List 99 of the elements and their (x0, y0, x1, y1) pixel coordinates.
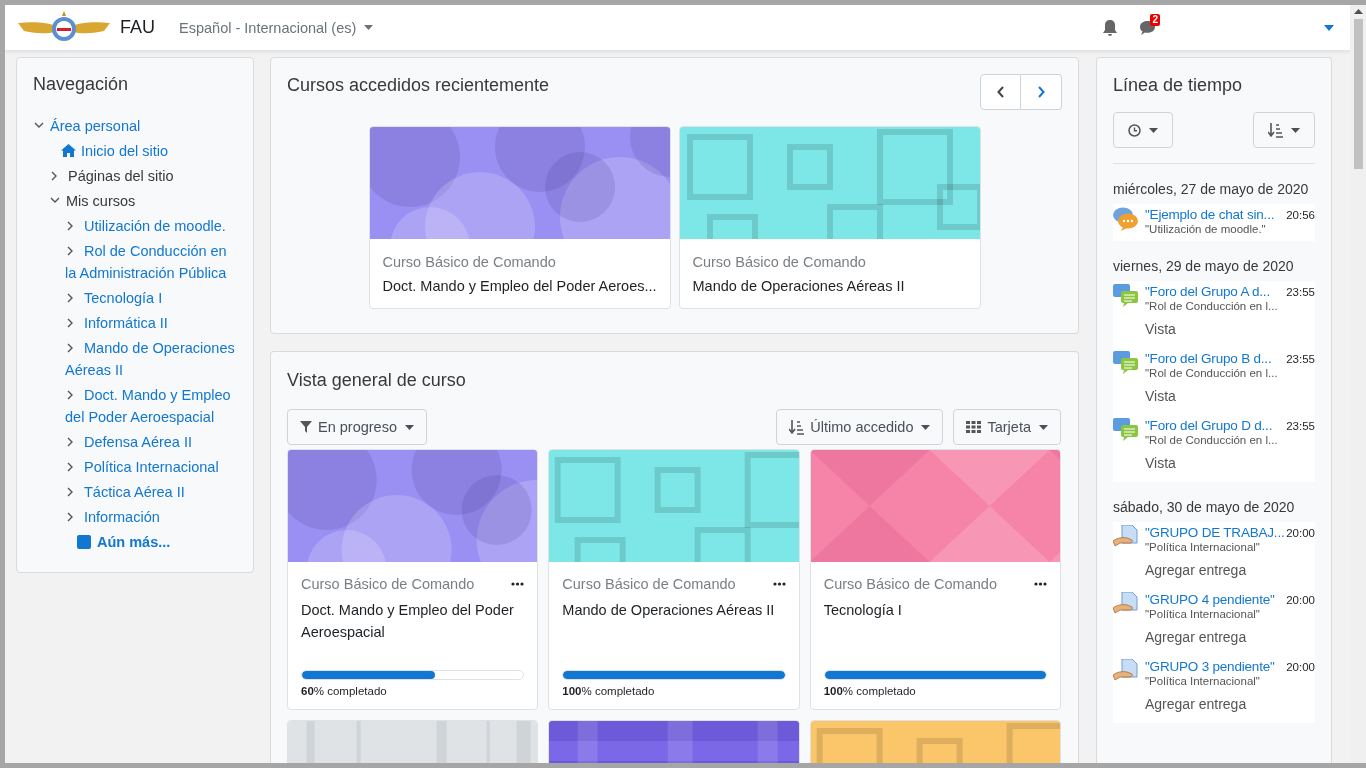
home-icon (61, 144, 76, 157)
caret-icon (1039, 424, 1048, 430)
more-icon[interactable] (772, 582, 786, 586)
event-time: 20:00 (1286, 661, 1315, 673)
event-course: "Rol de Conducción en l... (1145, 300, 1279, 312)
course-category: Curso Básico de Comando (823, 576, 997, 592)
event-link[interactable]: "GRUPO DE TRABAJ... (1145, 525, 1285, 540)
event-time: 20:00 (1286, 527, 1315, 539)
course-name[interactable]: Mando de Operaciones Aéreas II (692, 278, 967, 294)
caret-icon (364, 25, 374, 30)
sort-icon (789, 419, 805, 435)
event-link[interactable]: "Foro del Grupo A d... (1145, 284, 1270, 299)
course-category: Curso Básico de Comando (301, 576, 475, 592)
event-time: 20:56 (1286, 209, 1315, 221)
grid-icon (966, 421, 982, 433)
course-category: Curso Básico de Comando (382, 254, 557, 270)
timeline-date: sábado, 30 de mayo de 2020 (1113, 499, 1296, 515)
event-course: "Política Internacional" (1145, 675, 1261, 687)
nav-link[interactable]: Aún más... (77, 531, 237, 553)
progress-label: 100% completado (562, 685, 656, 697)
day-filter-dropdown[interactable] (1113, 112, 1173, 148)
progress-label: 60% completado (301, 685, 388, 697)
event-course: "Rol de Conducción en l... (1145, 434, 1279, 446)
event-time: 20:00 (1286, 594, 1315, 606)
nav-link[interactable]: Informática II (65, 312, 237, 334)
nav-link[interactable]: Doct. Mando y Empleo del Poder Aeroespacial (65, 384, 237, 428)
event-time: 23:55 (1286, 420, 1315, 432)
nav-link[interactable]: Política Internacional (65, 456, 237, 478)
sort-icon (1268, 122, 1283, 138)
nav-link[interactable]: Páginas del sitio (49, 165, 237, 187)
bell-icon[interactable] (1103, 19, 1117, 36)
language-menu[interactable]: Español - Internacional (es) (179, 19, 374, 36)
block-title: Navegación (33, 74, 130, 95)
timeline-date: viernes, 29 de mayo de 2020 (1113, 258, 1295, 274)
caret-icon (921, 424, 931, 430)
event-course: "Utilización de moodle." (1145, 223, 1267, 235)
assignment-icon (1113, 592, 1139, 616)
message-count-badge: 2 (1150, 13, 1160, 26)
user-menu-caret-icon[interactable] (1324, 24, 1334, 31)
caret-icon (405, 424, 414, 430)
nav-link[interactable]: Defensa Aérea II (65, 431, 237, 453)
filter-icon (300, 421, 312, 433)
nav-link[interactable]: Mis cursos (49, 190, 237, 212)
event-time: 23:55 (1286, 286, 1315, 298)
course-card[interactable]: Curso Básico de Comando Mando de Operaciones Aéreas II 100% completado (548, 449, 800, 710)
event-action-link[interactable]: Agregar entrega (1145, 696, 1247, 712)
nav-link[interactable]: Rol de Conducción en la Administración Pública (65, 240, 237, 284)
section-title: Vista general de curso (287, 370, 467, 391)
course-name[interactable]: Mando de Operaciones Aéreas II (562, 599, 786, 670)
course-card[interactable]: Curso Básico de Comando Tecnología I 100% completado (809, 449, 1061, 710)
nav-link[interactable]: Información (65, 506, 237, 528)
nav-link[interactable]: Inicio del sitio (61, 140, 237, 162)
event-course: "Política Internacional" (1145, 608, 1261, 620)
view-dropdown[interactable]: Tarjeta (953, 409, 1061, 445)
event-action-link[interactable]: Vista (1145, 321, 1176, 337)
more-icon[interactable] (1034, 582, 1047, 586)
event-course: "Política Internacional" (1145, 541, 1261, 553)
course-name[interactable]: Doct. Mando y Empleo del Poder Aeroes... (382, 278, 657, 294)
event-action-link[interactable]: Agregar entrega (1145, 629, 1247, 645)
event-link[interactable]: "Ejemplo de chat sin... (1145, 207, 1275, 222)
course-card[interactable]: Curso Básico de Comando Doct. Mando y Empleo del Poder Aeroes... (368, 126, 671, 309)
course-category: Curso Básico de Comando (562, 576, 736, 592)
assignment-icon (1113, 525, 1139, 549)
caret-icon (1149, 127, 1158, 133)
nav-link[interactable]: Tecnología I (65, 287, 237, 309)
event-link[interactable]: "Foro del Grupo B d... (1145, 351, 1272, 366)
course-name[interactable]: Tecnología I (823, 599, 1047, 670)
chevron-left-icon (996, 86, 1005, 98)
scrollbar-thumb[interactable] (1353, 19, 1363, 169)
square-icon (77, 535, 91, 549)
nav-link[interactable]: Táctica Aérea II (65, 481, 237, 503)
block-title: Línea de tiempo (1113, 75, 1244, 96)
event-link[interactable]: "Foro del Grupo D d... (1145, 418, 1273, 433)
caret-icon (1291, 127, 1300, 133)
course-name[interactable]: Doct. Mando y Empleo del Poder Aeroespacial (301, 599, 525, 670)
nav-link[interactable]: Área personal (33, 115, 237, 137)
sort-dropdown[interactable]: Último accedido (776, 409, 944, 445)
progress-label: 100% completado (823, 685, 917, 697)
clock-icon (1128, 123, 1141, 137)
course-card[interactable]: Curso Básico de Comando Doct. Mando y Empleo del Poder Aeroespacial 60% completado (287, 449, 539, 710)
sort-dropdown[interactable] (1253, 112, 1315, 148)
event-action-link[interactable]: Agregar entrega (1145, 562, 1247, 578)
nav-link[interactable]: Utilización de moodle. (65, 215, 237, 237)
course-category: Curso Básico de Comando (692, 254, 867, 270)
event-link[interactable]: "GRUPO 4 pendiente" (1145, 592, 1275, 607)
timeline-date: miércoles, 27 de mayo de 2020 (1113, 181, 1310, 197)
nav-link[interactable]: Mando de Operaciones Aéreas II (65, 337, 237, 381)
event-action-link[interactable]: Vista (1145, 388, 1176, 404)
event-link[interactable]: "GRUPO 3 pendiente" (1145, 659, 1275, 674)
event-time: 23:55 (1286, 353, 1315, 365)
more-icon[interactable] (511, 582, 525, 586)
site-name[interactable]: FAU (120, 17, 155, 38)
assignment-icon (1113, 659, 1139, 683)
course-card[interactable]: Curso Básico de Comando Mando de Operaciones Aéreas II (678, 126, 981, 309)
event-course: "Rol de Conducción en l... (1145, 367, 1279, 379)
event-action-link[interactable]: Vista (1145, 455, 1176, 471)
section-title: Cursos accedidos recientemente (287, 75, 550, 96)
filter-dropdown[interactable]: En progreso (287, 409, 427, 445)
chevron-right-icon (1037, 86, 1045, 98)
